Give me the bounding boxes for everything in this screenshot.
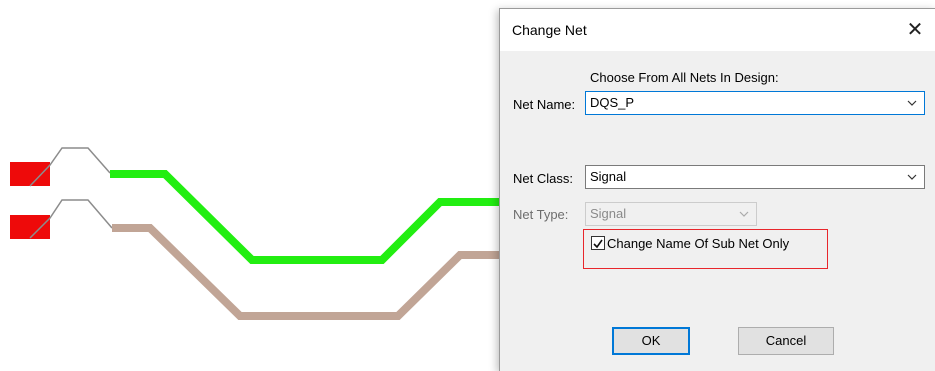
dialog-title: Change Net bbox=[512, 22, 587, 38]
tan-trace[interactable] bbox=[112, 224, 500, 320]
pad-2[interactable] bbox=[10, 215, 50, 239]
net-name-label: Net Name: bbox=[513, 97, 576, 112]
net-name-value: DQS_P bbox=[590, 95, 635, 110]
chevron-down-icon[interactable] bbox=[906, 170, 918, 184]
net-type-label: Net Type: bbox=[513, 207, 569, 222]
checkmark-icon bbox=[593, 239, 603, 249]
net-class-label: Net Class: bbox=[513, 171, 573, 186]
net-type-value: Signal bbox=[590, 206, 627, 221]
close-button[interactable]: ✕ bbox=[898, 15, 932, 45]
net-class-value: Signal bbox=[590, 169, 627, 184]
net-class-combo[interactable]: Signal bbox=[585, 165, 925, 189]
change-subnet-checkbox[interactable] bbox=[591, 236, 605, 250]
choose-label: Choose From All Nets In Design: bbox=[590, 70, 779, 85]
chevron-down-icon bbox=[739, 211, 749, 217]
change-net-dialog: Change Net ✕ bbox=[499, 8, 935, 371]
ok-button[interactable]: OK bbox=[612, 327, 690, 355]
change-subnet-label[interactable]: Change Name Of Sub Net Only bbox=[607, 236, 789, 251]
dialog-titlebar[interactable]: Change Net ✕ bbox=[500, 9, 935, 51]
net-type-combo: Signal bbox=[585, 202, 757, 226]
pad-1[interactable] bbox=[10, 162, 50, 186]
chevron-down-icon[interactable] bbox=[906, 96, 918, 110]
net-name-combo[interactable]: DQS_P bbox=[585, 91, 925, 115]
cancel-button[interactable]: Cancel bbox=[738, 327, 834, 355]
